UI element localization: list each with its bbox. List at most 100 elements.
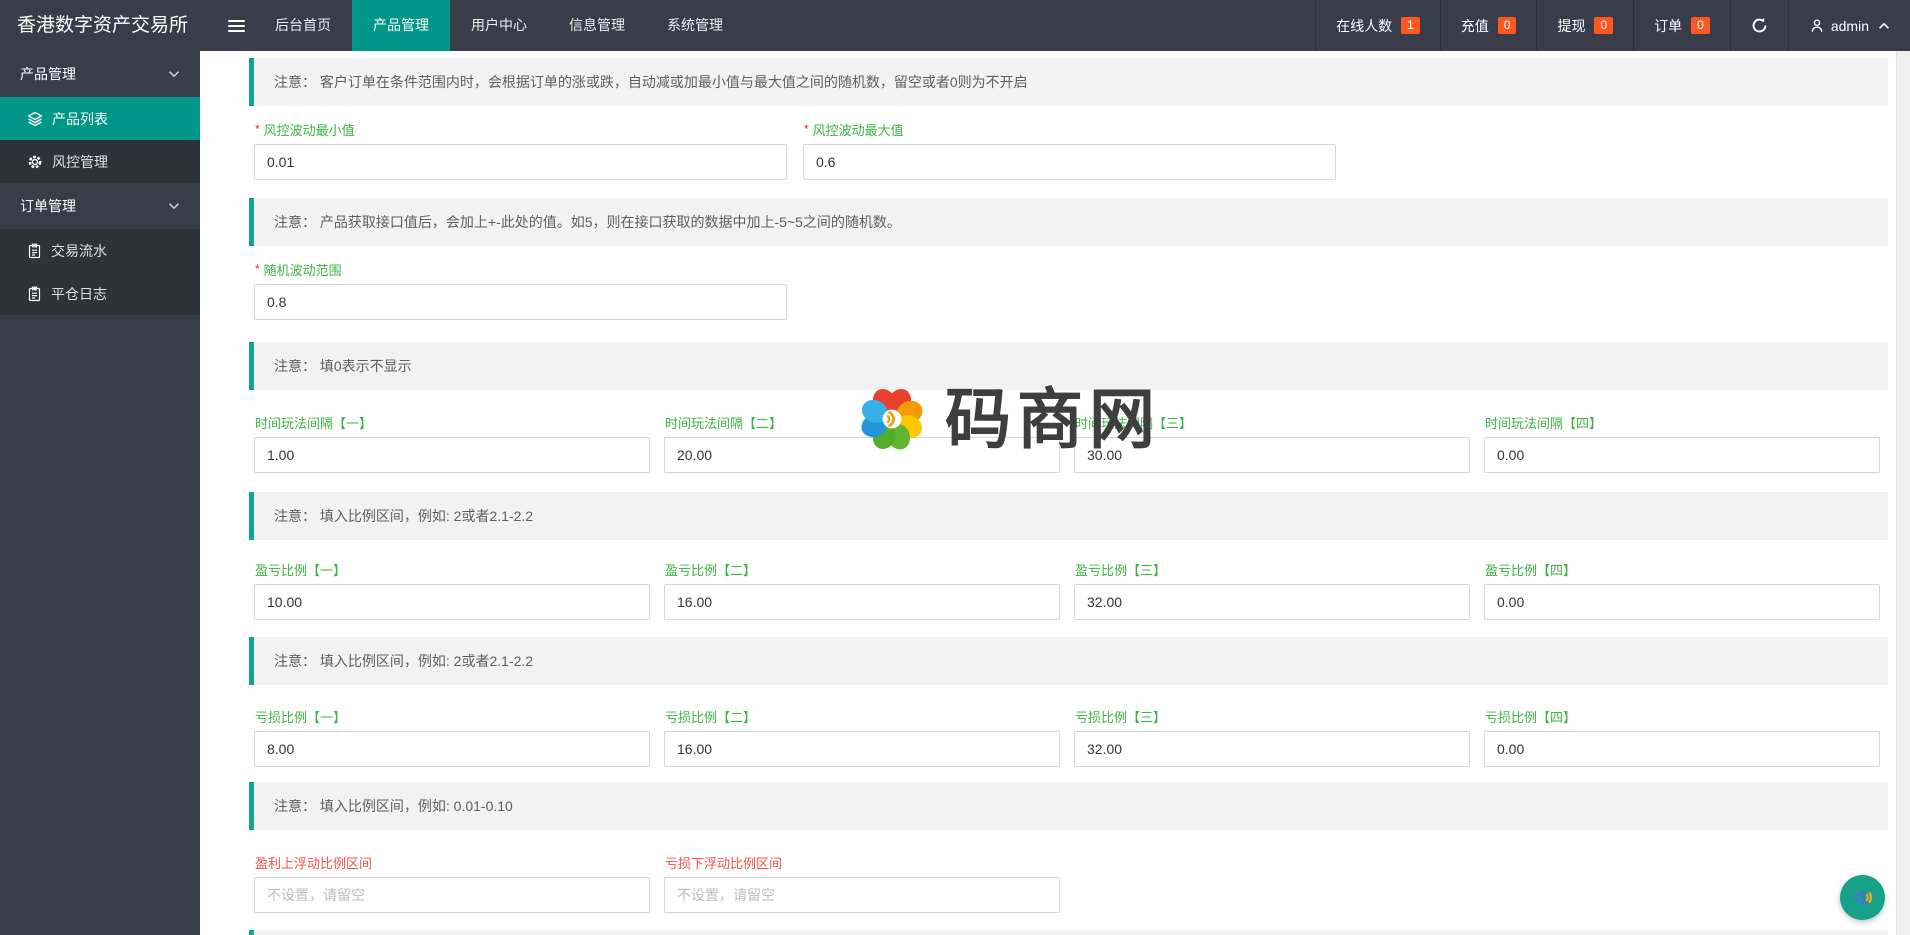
notice-zero-hidden: 注意： 填0表示不显示 [249, 342, 1888, 390]
field-label: *风控波动最大值 [804, 122, 1336, 138]
notice-float-range: 注意： 填入比例区间，例如: 0.01-0.10 [249, 782, 1888, 830]
loss-ratio-4-input[interactable] [1484, 731, 1880, 767]
sidebar-item-trade-flow[interactable]: 交易流水 [0, 229, 200, 272]
notice-text: 注意： 填0表示不显示 [274, 358, 412, 374]
sidebar-item-risk-management[interactable]: 风控管理 [0, 140, 200, 183]
sidebar-item-label: 平仓日志 [51, 284, 107, 304]
orders-stat[interactable]: 订单 0 [1633, 0, 1730, 51]
notice-text: 注意： 填入比例区间，例如: 2或者2.1-2.2 [274, 508, 533, 524]
orders-label: 订单 [1654, 16, 1682, 36]
field-time-interval-2: 时间玩法间隔【二】 [664, 416, 1060, 473]
orders-badge: 0 [1691, 17, 1710, 34]
field-loss-downfloat-range: 亏损下浮动比例区间 [664, 856, 1060, 913]
withdraw-stat[interactable]: 提现 0 [1536, 0, 1633, 51]
field-label: 盈亏比例【一】 [255, 563, 650, 578]
risk-fluct-min-input[interactable] [254, 144, 787, 180]
field-risk-fluct-max: *风控波动最大值 [803, 122, 1336, 180]
field-label: 时间玩法间隔【四】 [1485, 416, 1880, 431]
notice-ratio-range-1: 注意： 填入比例区间，例如: 2或者2.1-2.2 [249, 492, 1888, 540]
field-label: 时间玩法间隔【二】 [665, 416, 1060, 431]
sidebar-item-product-list[interactable]: 产品列表 [0, 97, 200, 140]
field-profit-loss-ratio-3: 盈亏比例【三】 [1074, 563, 1470, 620]
nav-tab-information[interactable]: 信息管理 [548, 0, 646, 51]
sidebar-group-order-management[interactable]: 订单管理 [0, 183, 200, 229]
field-profit-loss-ratio-1: 盈亏比例【一】 [254, 563, 650, 620]
main-content: 注意： 客户订单在条件范围内时，会根据订单的涨或跌，自动减或加最小值与最大值之间… [200, 51, 1910, 935]
refresh-button[interactable] [1730, 0, 1788, 51]
loss-ratio-1-input[interactable] [254, 731, 650, 767]
profit-upfloat-range-input[interactable] [254, 877, 650, 913]
field-time-interval-3: 时间玩法间隔【三】 [1074, 416, 1470, 473]
form-row-risk-fluctuation: *风控波动最小值 *风控波动最大值 [249, 122, 1910, 180]
vertical-scrollbar[interactable] [1896, 51, 1910, 935]
field-label: 盈亏比例【三】 [1075, 563, 1470, 578]
recharge-stat[interactable]: 充值 0 [1440, 0, 1537, 51]
notice-text: 注意： 填入比例区间，例如: 2或者2.1-2.2 [274, 653, 533, 669]
sidebar-item-label: 风控管理 [52, 152, 108, 172]
nav-tab-dashboard[interactable]: 后台首页 [254, 0, 352, 51]
field-label: 亏损比例【一】 [255, 710, 650, 725]
online-users-stat[interactable]: 在线人数 1 [1315, 0, 1440, 51]
sidebar-group-product-management[interactable]: 产品管理 [0, 51, 200, 97]
nav-tab-system[interactable]: 系统管理 [646, 0, 744, 51]
time-interval-3-input[interactable] [1074, 437, 1470, 473]
username: admin [1831, 18, 1869, 34]
clipboard-icon [27, 243, 42, 259]
random-fluct-range-input[interactable] [254, 284, 787, 320]
sound-toggle-button[interactable] [1840, 875, 1885, 920]
required-asterisk: * [255, 262, 260, 276]
profit-loss-ratio-1-input[interactable] [254, 584, 650, 620]
loss-ratio-2-input[interactable] [664, 731, 1060, 767]
field-loss-ratio-3: 亏损比例【三】 [1074, 710, 1470, 767]
time-interval-1-input[interactable] [254, 437, 650, 473]
menu-collapse-icon[interactable] [218, 0, 254, 51]
form-row-float-ranges: 盈利上浮动比例区间 亏损下浮动比例区间 [249, 856, 1910, 913]
field-random-fluct-range: *随机波动范围 [254, 262, 787, 320]
app-logo: 香港数字资产交易所 [0, 0, 200, 51]
online-users-label: 在线人数 [1336, 16, 1392, 36]
time-interval-4-input[interactable] [1484, 437, 1880, 473]
field-label: *风控波动最小值 [255, 122, 787, 138]
withdraw-badge: 0 [1594, 17, 1613, 34]
notice-random-range: 注意： 产品获取接口值后，会加上+-此处的值。如5，则在接口获取的数据中加上-5… [249, 198, 1888, 246]
profit-loss-ratio-4-input[interactable] [1484, 584, 1880, 620]
nav-tab-product-management[interactable]: 产品管理 [352, 0, 450, 51]
clipboard-icon [27, 286, 42, 302]
layers-icon [27, 111, 43, 127]
sidebar-item-label: 产品列表 [52, 109, 108, 129]
time-interval-2-input[interactable] [664, 437, 1060, 473]
field-label: 时间玩法间隔【三】 [1075, 416, 1470, 431]
sidebar-item-close-position-log[interactable]: 平仓日志 [0, 272, 200, 315]
field-time-interval-1: 时间玩法间隔【一】 [254, 416, 650, 473]
user-icon [1809, 18, 1825, 34]
refresh-icon [1751, 17, 1768, 34]
loss-ratio-3-input[interactable] [1074, 731, 1470, 767]
withdraw-label: 提现 [1557, 16, 1585, 36]
navbar-right: 在线人数 1 充值 0 提现 0 订单 0 admin [1315, 0, 1910, 51]
field-profit-loss-ratio-2: 盈亏比例【二】 [664, 563, 1060, 620]
field-label: 亏损比例【三】 [1075, 710, 1470, 725]
user-menu[interactable]: admin [1788, 0, 1910, 51]
notice-risk-range: 注意： 客户订单在条件范围内时，会根据订单的涨或跌，自动减或加最小值与最大值之间… [249, 58, 1888, 106]
loss-downfloat-range-input[interactable] [664, 877, 1060, 913]
profit-loss-ratio-2-input[interactable] [664, 584, 1060, 620]
chevron-down-icon [168, 202, 180, 210]
field-loss-ratio-4: 亏损比例【四】 [1484, 710, 1880, 767]
risk-fluct-max-input[interactable] [803, 144, 1336, 180]
sidebar-group-label: 订单管理 [20, 196, 76, 216]
form-row-loss-ratio: 亏损比例【一】 亏损比例【二】 亏损比例【三】 亏损比例【四】 [249, 710, 1910, 767]
speaker-icon [1849, 884, 1876, 911]
field-label: 时间玩法间隔【一】 [255, 416, 650, 431]
sidebar: 产品管理 产品列表 风控管理 订单管理 交易流水 平仓日志 [0, 51, 200, 935]
field-label: 亏损比例【四】 [1485, 710, 1880, 725]
nav-tab-user-center[interactable]: 用户中心 [450, 0, 548, 51]
profit-loss-ratio-3-input[interactable] [1074, 584, 1470, 620]
recharge-label: 充值 [1461, 16, 1489, 36]
field-profit-upfloat-range: 盈利上浮动比例区间 [254, 856, 650, 913]
field-label: 盈利上浮动比例区间 [255, 856, 650, 871]
gear-icon [27, 154, 43, 170]
sidebar-group-label: 产品管理 [20, 64, 76, 84]
notice-text: 注意： 客户订单在条件范围内时，会根据订单的涨或跌，自动减或加最小值与最大值之间… [274, 74, 1028, 90]
form-row-random-fluctuation: *随机波动范围 [249, 262, 1910, 320]
field-time-interval-4: 时间玩法间隔【四】 [1484, 416, 1880, 473]
